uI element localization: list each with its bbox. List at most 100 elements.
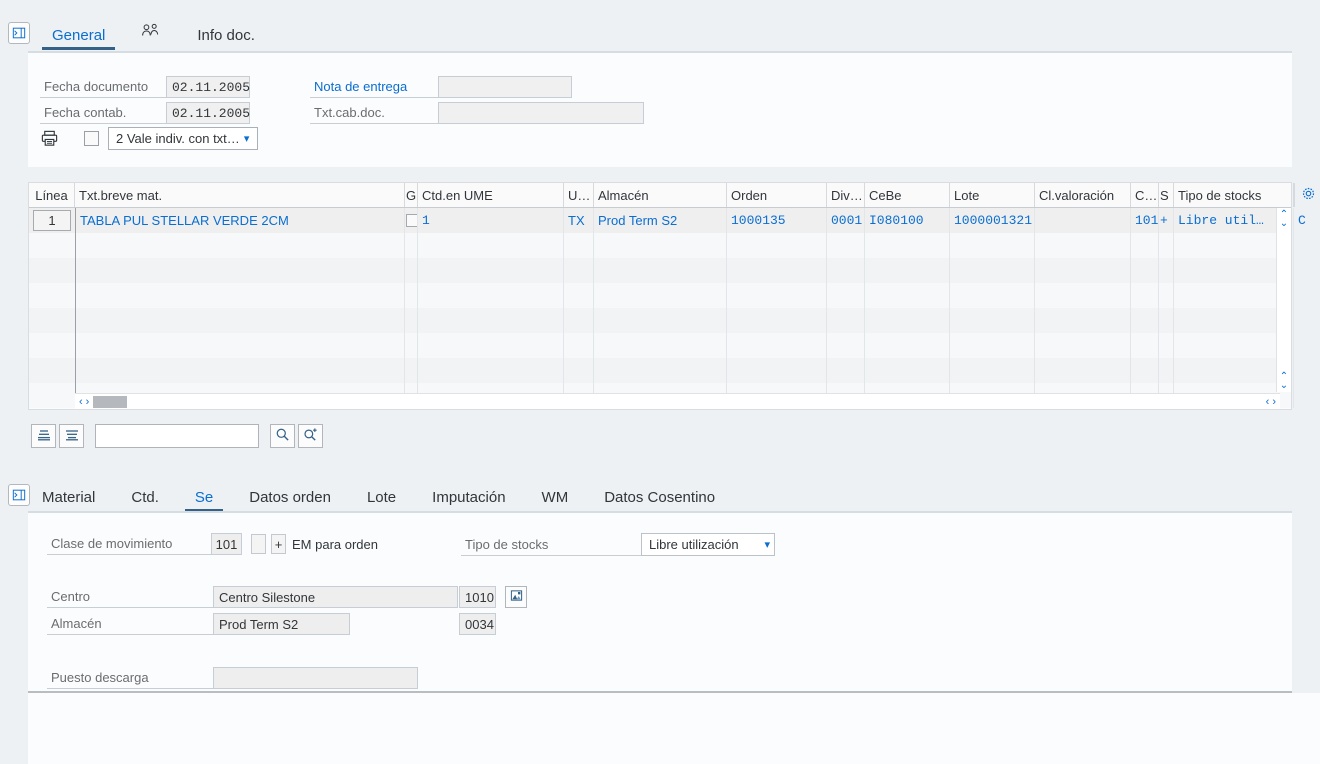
cell-almacen[interactable] (594, 283, 727, 308)
filter-button[interactable] (59, 424, 84, 448)
cell-linea[interactable] (29, 308, 75, 333)
cell-cebe[interactable] (865, 358, 950, 383)
cell-s[interactable]: + (1159, 208, 1174, 233)
cell-orden[interactable] (727, 283, 827, 308)
tab-general[interactable]: General (34, 12, 123, 50)
table-row[interactable] (29, 308, 1294, 333)
cell-almacen[interactable] (594, 308, 727, 333)
cell-ctd-en-ume[interactable] (418, 308, 564, 333)
clase-movimiento-blank-box[interactable] (251, 534, 266, 554)
col-linea[interactable]: Línea (29, 183, 75, 207)
cell-almacen[interactable] (594, 333, 727, 358)
scroll-left-icon-2[interactable]: ‹ (1266, 396, 1270, 408)
cell-orden[interactable] (727, 333, 827, 358)
cell-s[interactable] (1159, 358, 1174, 383)
tipo-de-stocks-dropdown[interactable]: Libre utilización ▾ (641, 533, 775, 556)
col-txt-breve-mat[interactable]: Txt.breve mat. (75, 183, 405, 207)
cell-g[interactable] (405, 358, 418, 383)
sort-button[interactable] (31, 424, 56, 448)
tab-ctd[interactable]: Ctd. (113, 474, 177, 512)
almacen-input[interactable]: Prod Term S2 (213, 613, 350, 635)
cell-linea[interactable] (29, 283, 75, 308)
cell-almacen[interactable] (594, 358, 727, 383)
table-row[interactable] (29, 283, 1294, 308)
cell-txt-breve-mat[interactable] (75, 358, 405, 383)
col-c[interactable]: C… (1131, 183, 1159, 207)
hscroll-thumb[interactable] (93, 395, 128, 408)
scroll-right-icon[interactable]: › (86, 396, 90, 408)
cell-lote[interactable] (950, 308, 1035, 333)
col-g[interactable]: G (405, 183, 418, 207)
cell-div[interactable] (827, 283, 865, 308)
advanced-search-button[interactable] (298, 424, 323, 448)
cell-almacen[interactable] (594, 258, 727, 283)
print-option-dropdown[interactable]: 2 Vale indiv. con txt… ▾ (108, 127, 258, 150)
col-cl-valoracion[interactable]: Cl.valoración (1035, 183, 1131, 207)
cell-u[interactable] (564, 233, 594, 258)
cell-linea[interactable] (29, 383, 75, 408)
cell-cebe[interactable]: I080100 (865, 208, 950, 233)
centro-code-input[interactable]: 1010 (459, 586, 496, 608)
cell-g[interactable] (405, 333, 418, 358)
cell-g[interactable] (405, 283, 418, 308)
cell-cl-valoracion[interactable] (1035, 358, 1131, 383)
cell-cl-valoracion[interactable] (1035, 258, 1131, 283)
cell-c[interactable]: 101 (1131, 208, 1159, 233)
col-s[interactable]: S (1159, 183, 1174, 207)
cell-orden[interactable] (727, 308, 827, 333)
tabstrip-collapse-icon[interactable] (8, 22, 30, 44)
cell-div[interactable] (827, 258, 865, 283)
col-almacen[interactable]: Almacén (594, 183, 727, 207)
col-orden[interactable]: Orden (727, 183, 827, 207)
col-cebe[interactable]: CeBe (865, 183, 950, 207)
fecha-documento-input[interactable]: 02.11.2005 (166, 76, 250, 98)
col-u[interactable]: U… (564, 183, 594, 207)
cell-txt-breve-mat[interactable] (75, 333, 405, 358)
detail-tabstrip-collapse-icon[interactable] (8, 484, 30, 506)
cell-linea[interactable]: 1 (29, 208, 75, 233)
cell-almacen[interactable] (594, 233, 727, 258)
cell-linea[interactable] (29, 358, 75, 383)
tab-material[interactable]: Material (34, 474, 113, 512)
tab-datos-cosentino[interactable]: Datos Cosentino (586, 474, 733, 512)
cell-u[interactable]: TX (564, 208, 594, 233)
centro-input[interactable]: Centro Silestone (213, 586, 458, 608)
tab-partners[interactable] (123, 12, 179, 50)
table-row[interactable] (29, 258, 1294, 283)
hscroll-arrows[interactable]: ‹ › (75, 396, 93, 408)
cell-cl-valoracion[interactable] (1035, 208, 1131, 233)
cell-s[interactable] (1159, 233, 1174, 258)
cell-div[interactable] (827, 233, 865, 258)
cell-c[interactable] (1131, 233, 1159, 258)
cell-s[interactable] (1159, 333, 1174, 358)
tab-se[interactable]: Se (177, 474, 231, 512)
tab-imputacion[interactable]: Imputación (414, 474, 523, 512)
cell-orden[interactable] (727, 258, 827, 283)
cell-u[interactable] (564, 358, 594, 383)
cell-div[interactable]: 0001 (827, 208, 865, 233)
cell-linea[interactable] (29, 258, 75, 283)
cell-div[interactable] (827, 308, 865, 333)
cell-c[interactable] (1131, 308, 1159, 333)
col-ctd-en-ume[interactable]: Ctd.en UME (418, 183, 564, 207)
col-div[interactable]: Div… (827, 183, 865, 207)
tab-lote[interactable]: Lote (349, 474, 414, 512)
cell-u[interactable] (564, 258, 594, 283)
tab-wm[interactable]: WM (524, 474, 587, 512)
scroll-up-icon[interactable]: ⌃ ⌄ (1280, 208, 1288, 230)
cell-g[interactable] (405, 208, 418, 233)
cell-txt-breve-mat[interactable] (75, 233, 405, 258)
table-row[interactable]: 1 TABLA PUL STELLAR VERDE 2CM 1 TX Prod … (29, 208, 1306, 233)
cell-lote[interactable] (950, 358, 1035, 383)
cell-linea[interactable] (29, 333, 75, 358)
almacen-code-input[interactable]: 0034 (459, 613, 496, 635)
cell-linea[interactable] (29, 233, 75, 258)
cell-ctd-en-ume[interactable]: 1 (418, 208, 564, 233)
print-checkbox[interactable] (83, 131, 99, 146)
cell-orden[interactable] (727, 233, 827, 258)
txt-cab-doc-input[interactable] (438, 102, 644, 124)
cell-txt-breve-mat[interactable] (75, 308, 405, 333)
cell-cebe[interactable] (865, 258, 950, 283)
cell-g[interactable] (405, 233, 418, 258)
col-tipo-de-stocks[interactable]: Tipo de stocks (1174, 183, 1294, 207)
